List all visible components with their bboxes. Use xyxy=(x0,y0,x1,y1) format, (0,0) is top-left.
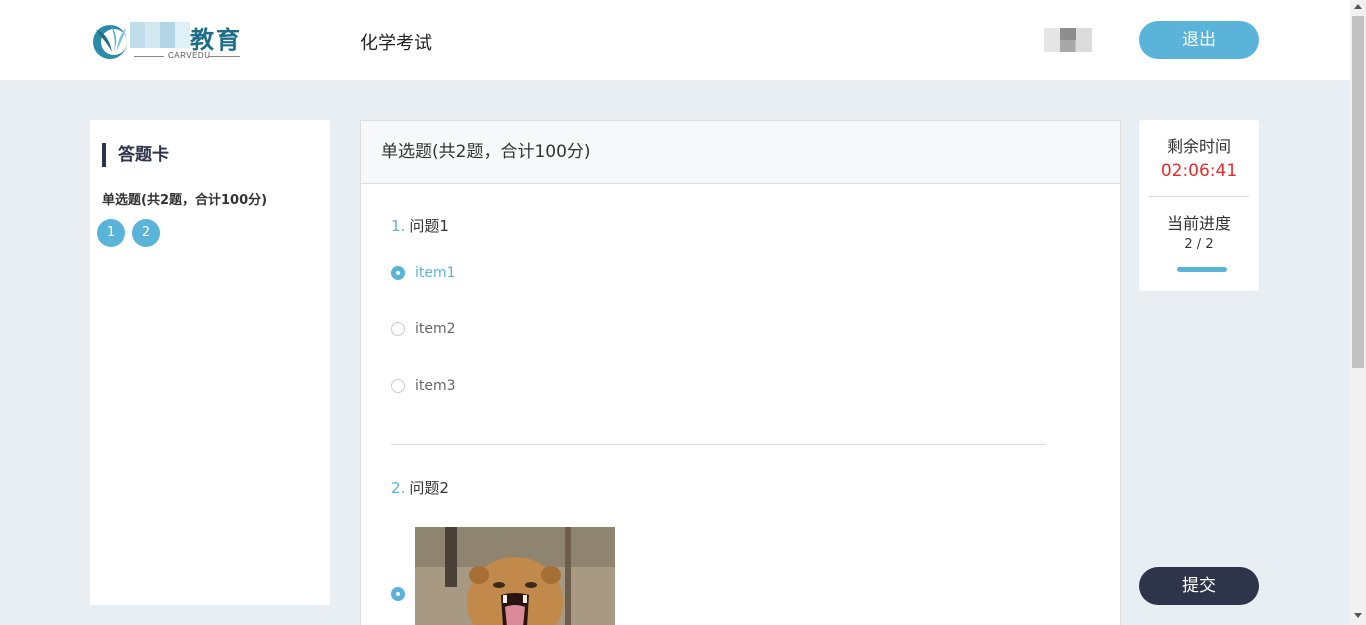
progress-count: 2 / 2 xyxy=(1139,237,1259,252)
progress-current: 2 xyxy=(1184,237,1193,252)
logo-blurred-name xyxy=(130,22,190,48)
question-badge-2[interactable]: 2 xyxy=(132,219,160,247)
site-logo[interactable]: 教育 CARVEDU xyxy=(90,18,242,62)
question-number: 2. xyxy=(391,479,406,497)
logo-line-right xyxy=(208,56,240,57)
option-label: item3 xyxy=(415,378,456,394)
top-header: 教育 CARVEDU 化学考试 退出 xyxy=(0,0,1350,80)
question-divider xyxy=(391,444,1046,445)
answer-card-section: 单选题(共2题，合计100分) xyxy=(102,193,268,208)
radio-unchecked-icon[interactable] xyxy=(391,322,405,336)
user-avatar[interactable] xyxy=(1044,28,1092,52)
question-text: 问题1 xyxy=(409,217,449,235)
scroll-down-arrow-icon[interactable] xyxy=(1354,613,1362,618)
remaining-time-label: 剩余时间 xyxy=(1166,137,1231,156)
question-text: 问题2 xyxy=(409,479,449,497)
radio-unchecked-icon[interactable] xyxy=(391,379,405,393)
exam-title: 化学考试 xyxy=(360,33,432,54)
answer-card: 答题卡 单选题(共2题，合计100分) 1 2 xyxy=(90,120,330,605)
question-title: 2. 问题2 xyxy=(391,477,449,498)
logo-text: 教育 xyxy=(190,25,242,54)
lion-image xyxy=(415,527,615,625)
progress-separator: / xyxy=(1196,237,1202,252)
bird-logo-icon xyxy=(93,24,127,59)
option-label: item1 xyxy=(415,265,456,281)
progress-bar-fill xyxy=(1177,267,1227,272)
logout-button[interactable]: 退出 xyxy=(1139,21,1259,59)
question-badge-1[interactable]: 1 xyxy=(97,219,125,247)
option-label: item2 xyxy=(415,321,456,337)
scroll-up-arrow-icon[interactable] xyxy=(1354,4,1362,9)
question-title: 1. 问题1 xyxy=(391,215,449,236)
radio-checked-icon[interactable] xyxy=(391,266,405,280)
timer-panel: 剩余时间 02:06:41 当前进度 2 / 2 xyxy=(1139,120,1259,291)
progress-total: 2 xyxy=(1205,237,1214,252)
answer-card-title: 答题卡 xyxy=(102,143,169,167)
progress-bar xyxy=(1177,267,1227,272)
submit-button[interactable]: 提交 xyxy=(1139,567,1259,605)
scrollbar-thumb[interactable] xyxy=(1352,16,1364,368)
question-panel: 单选题(共2题，合计100分) 1. 问题1 item1 item2 item3 … xyxy=(360,120,1121,625)
question-number: 1. xyxy=(391,217,406,235)
page-scrollbar[interactable] xyxy=(1350,0,1366,625)
section-title: 单选题(共2题，合计100分) xyxy=(361,121,1120,184)
logo-line-left xyxy=(134,56,164,57)
remaining-time-value: 02:06:41 xyxy=(1160,161,1238,181)
radio-checked-icon[interactable] xyxy=(391,587,405,601)
logo-subtitle: CARVEDU xyxy=(168,51,211,60)
progress-label: 当前进度 xyxy=(1166,214,1231,233)
timer-divider xyxy=(1149,196,1249,197)
